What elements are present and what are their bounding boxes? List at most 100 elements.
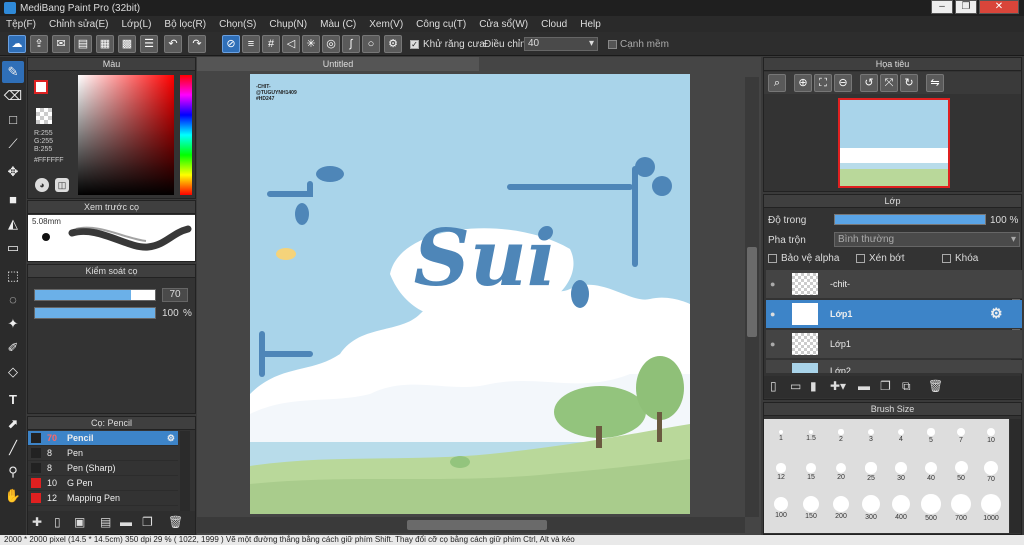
restore-button[interactable]: ❐ [955, 0, 977, 14]
horizontal-scrollbar[interactable] [197, 517, 745, 533]
rect-tool-icon[interactable]: ■ [2, 189, 24, 211]
menu-filter[interactable]: Bộ lọc(R) [164, 19, 206, 30]
gear-icon[interactable]: ⚙ [384, 35, 402, 53]
curve-snap-icon[interactable]: ∫ [342, 35, 360, 53]
circle-snap-icon[interactable]: ◎ [322, 35, 340, 53]
blend-mode-select[interactable]: Bình thường ▾ [834, 232, 1020, 247]
new-halftone-layer-icon[interactable]: ▭ [790, 379, 801, 393]
brush-size-option[interactable]: 40 [916, 459, 946, 493]
brush-item-pen[interactable]: 8 Pen [28, 446, 178, 461]
reset-view-icon[interactable]: ⤧ [880, 74, 898, 92]
radial-snap-icon[interactable]: ✳ [302, 35, 320, 53]
rotate-left-icon[interactable]: ↺ [860, 74, 878, 92]
brush-size-option[interactable]: 100 [766, 495, 796, 529]
palette-icon[interactable]: ◕ [35, 178, 49, 192]
select-tool-icon[interactable]: ⬚ [2, 265, 24, 287]
brush-item-pencil[interactable]: 70 Pencil ⚙ [28, 431, 178, 446]
minimize-button[interactable]: – [931, 0, 953, 14]
close-button[interactable]: ✕ [979, 0, 1019, 14]
new-layer-icon[interactable]: ▯ [770, 379, 777, 393]
horizontal-scroll-thumb[interactable] [407, 520, 547, 530]
zoom-out-icon[interactable]: ⊖ [834, 74, 852, 92]
brush-copy-icon[interactable]: ❐ [142, 515, 153, 529]
menu-help[interactable]: Help [580, 19, 601, 30]
brush-size-option[interactable]: 25 [856, 459, 886, 493]
protect-alpha-checkbox[interactable] [768, 254, 777, 263]
antialias-checkbox[interactable]: ✓ [410, 40, 419, 49]
ring-icon[interactable]: ○ [362, 35, 380, 53]
zoom-fit-icon[interactable]: ⌕ [768, 74, 786, 92]
gradient-tool-icon[interactable]: ▭ [2, 237, 24, 259]
magic-wand-icon[interactable]: ✦ [2, 313, 24, 335]
menu-view[interactable]: Xem(V) [369, 19, 403, 30]
new-8bit-layer-icon[interactable]: ▮ [810, 379, 817, 393]
hand-tool-icon[interactable]: ✋ [2, 485, 24, 507]
brush-size-option[interactable]: 150 [796, 495, 826, 529]
move-tool-icon[interactable]: ✥ [2, 161, 24, 183]
transparent-swatch[interactable] [36, 108, 52, 124]
lock-checkbox[interactable] [942, 254, 951, 263]
add-layer-menu-icon[interactable]: ✚▾ [830, 379, 846, 393]
menu-layer[interactable]: Lớp(L) [122, 19, 152, 30]
duplicate-layer-icon[interactable]: ❐ [880, 379, 891, 393]
bucket-tool-icon[interactable]: ◭ [2, 213, 24, 235]
layer-visibility-eye-icon[interactable]: ● [770, 279, 775, 289]
lasso-tool-icon[interactable]: ◌ [2, 289, 24, 311]
eyedropper-tool-icon[interactable]: ⚲ [2, 461, 24, 483]
operation-tool-icon[interactable]: ⬈ [2, 413, 24, 435]
parallel-snap-icon[interactable]: ≡ [242, 35, 260, 53]
layer-visibility-eye-icon[interactable]: ● [770, 339, 775, 349]
brush-size-option[interactable]: 30 [886, 459, 916, 493]
brush-size-option[interactable]: 5 [916, 423, 946, 457]
crisscross-snap-icon[interactable]: # [262, 35, 280, 53]
brush-size-option[interactable]: 3 [856, 423, 886, 457]
layer-row[interactable]: Lớp2 [766, 360, 1022, 374]
document-tab[interactable]: Untitled [197, 57, 479, 71]
drawing-canvas[interactable]: -CHIT- @TUGUYNH1409 #HD247 Sui [250, 74, 690, 514]
hue-slider[interactable] [180, 75, 192, 195]
vertical-scrollbar[interactable] [745, 77, 759, 517]
brush-size-scrollbar[interactable] [1010, 419, 1021, 533]
menu-tools[interactable]: Công cụ(T) [416, 19, 466, 30]
layer-opacity-slider[interactable] [834, 214, 986, 225]
grid-icon[interactable]: ▩ [118, 35, 136, 53]
menu-file[interactable]: Tệp(F) [6, 19, 36, 30]
add-brush-icon[interactable]: ✚ [32, 515, 42, 529]
saturation-value-picker[interactable] [78, 75, 174, 195]
brush-size-option[interactable]: 12 [766, 459, 796, 493]
menu-select[interactable]: Chọn(S) [219, 19, 256, 30]
brush-tool-icon[interactable]: ✎ [2, 61, 24, 83]
comment-icon[interactable]: ✉ [52, 35, 70, 53]
menu-window[interactable]: Cửa sổ(W) [479, 19, 528, 30]
menu-edit[interactable]: Chỉnh sửa(E) [49, 19, 109, 30]
dot-tool-icon[interactable]: □ [2, 109, 24, 131]
rotate-right-icon[interactable]: ↻ [900, 74, 918, 92]
line-tool-icon[interactable]: ⟋ [2, 133, 24, 155]
menu-capture[interactable]: Chụp(N) [269, 19, 307, 30]
brush-size-option[interactable]: 4 [886, 423, 916, 457]
brush-properties-icon[interactable]: ▤ [100, 515, 111, 529]
brush-list-scrollbar[interactable] [180, 431, 190, 511]
brush-size-option[interactable]: 200 [826, 495, 856, 529]
brush-size-option[interactable]: 500 [916, 494, 946, 529]
brush-size-option[interactable]: 70 [976, 459, 1006, 493]
menu-cloud[interactable]: Cloud [541, 19, 567, 30]
redo-icon[interactable]: ↷ [188, 35, 206, 53]
brush-size-option[interactable]: 50 [946, 459, 976, 493]
delete-layer-icon[interactable]: 🗑 [928, 379, 943, 393]
layer-row[interactable]: ● -chit- [766, 270, 1022, 299]
cloud-icon[interactable]: ☁ [8, 35, 26, 53]
brush-size-option[interactable]: 1.5 [796, 423, 826, 457]
undo-icon[interactable]: ↶ [164, 35, 182, 53]
brush-size-option[interactable]: 1000 [976, 494, 1006, 529]
layer-folder-icon[interactable]: ▬ [858, 379, 870, 393]
brush-item-mapping-pen[interactable]: 12 Mapping Pen [28, 491, 178, 506]
document-icon[interactable]: ▤ [74, 35, 92, 53]
brush-size-option[interactable]: 10 [976, 423, 1006, 457]
merge-layer-icon[interactable]: ⧉ [902, 379, 911, 394]
brush-size-option[interactable]: 1 [766, 423, 796, 457]
brush-size-option[interactable]: 700 [946, 494, 976, 529]
fit-window-icon[interactable]: ⛶ [814, 74, 832, 92]
adjust-select[interactable]: 40 ▾ [524, 37, 598, 51]
divide-tool-icon[interactable]: ╱ [2, 437, 24, 459]
